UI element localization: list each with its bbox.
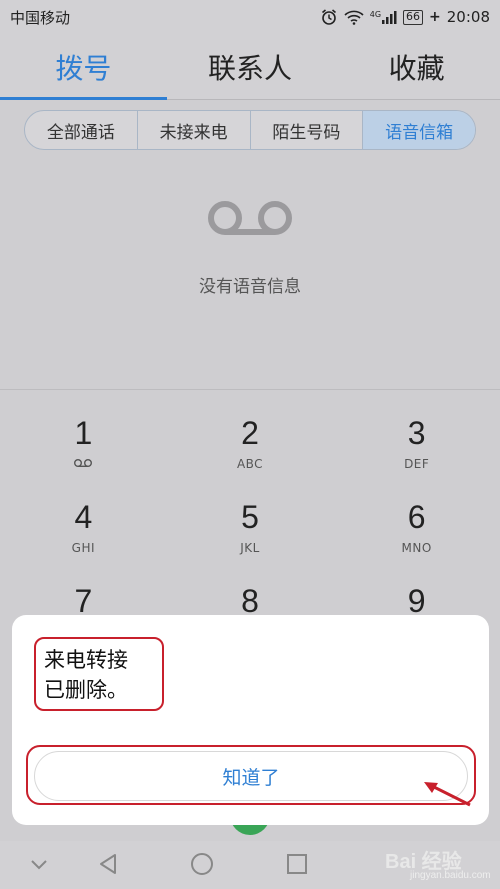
notice-dialog: 来电转接 已删除。 知道了	[12, 615, 489, 825]
carrier-name: 中国移动	[10, 8, 71, 27]
keypad-row: 1 2 ABC 3 DEF	[0, 405, 500, 489]
keypad-row: 4 GHI 5 JKL 6 MNO	[0, 489, 500, 573]
battery-icon: 66	[403, 9, 424, 25]
charging-icon: +	[429, 9, 441, 25]
voicemail-small-icon	[73, 457, 93, 472]
got-it-button[interactable]: 知道了	[34, 751, 468, 801]
status-bar: 中国移动 4G 66 + 20:08	[0, 0, 500, 34]
wifi-icon	[344, 9, 364, 25]
tab-dialer[interactable]: 拨号	[0, 34, 167, 100]
key-4[interactable]: 4 GHI	[0, 489, 167, 573]
keypad-divider	[0, 389, 500, 390]
filter-voicemail[interactable]: 语音信箱	[362, 111, 475, 149]
key-3[interactable]: 3 DEF	[333, 405, 500, 489]
filter-all-calls[interactable]: 全部通话	[25, 111, 137, 149]
call-filter-segmented: 全部通话 未接来电 陌生号码 语音信箱	[24, 110, 476, 150]
dialog-message-line: 已删除。	[44, 678, 128, 702]
filter-missed-calls[interactable]: 未接来电	[136, 111, 250, 149]
key-5[interactable]: 5 JKL	[167, 489, 334, 573]
alarm-icon	[320, 8, 338, 26]
empty-message: 没有语音信息	[199, 277, 301, 297]
clock-time: 20:08	[446, 8, 490, 26]
back-icon[interactable]	[96, 852, 120, 876]
voicemail-icon	[208, 201, 292, 235]
home-icon[interactable]	[190, 852, 214, 876]
dialog-message: 来电转接 已删除。	[34, 637, 164, 711]
watermark-url: jingyan.baidu.com	[410, 870, 491, 881]
recents-icon[interactable]	[286, 853, 308, 875]
key-2[interactable]: 2 ABC	[167, 405, 334, 489]
voicemail-empty-state: 没有语音信息	[0, 200, 500, 297]
chevron-down-icon[interactable]	[28, 853, 50, 875]
tab-favorites[interactable]: 收藏	[333, 34, 500, 99]
key-1[interactable]: 1	[0, 405, 167, 489]
annotation-arrow-icon	[424, 782, 471, 807]
tab-contacts[interactable]: 联系人	[167, 34, 334, 99]
main-tabs: 拨号 联系人 收藏	[0, 34, 500, 100]
dialog-message-line: 来电转接	[44, 648, 128, 672]
status-icons: 4G 66 + 20:08	[320, 8, 490, 26]
key-6[interactable]: 6 MNO	[333, 489, 500, 573]
signal-icon: 4G	[370, 10, 397, 24]
filter-unknown-numbers[interactable]: 陌生号码	[249, 111, 363, 149]
